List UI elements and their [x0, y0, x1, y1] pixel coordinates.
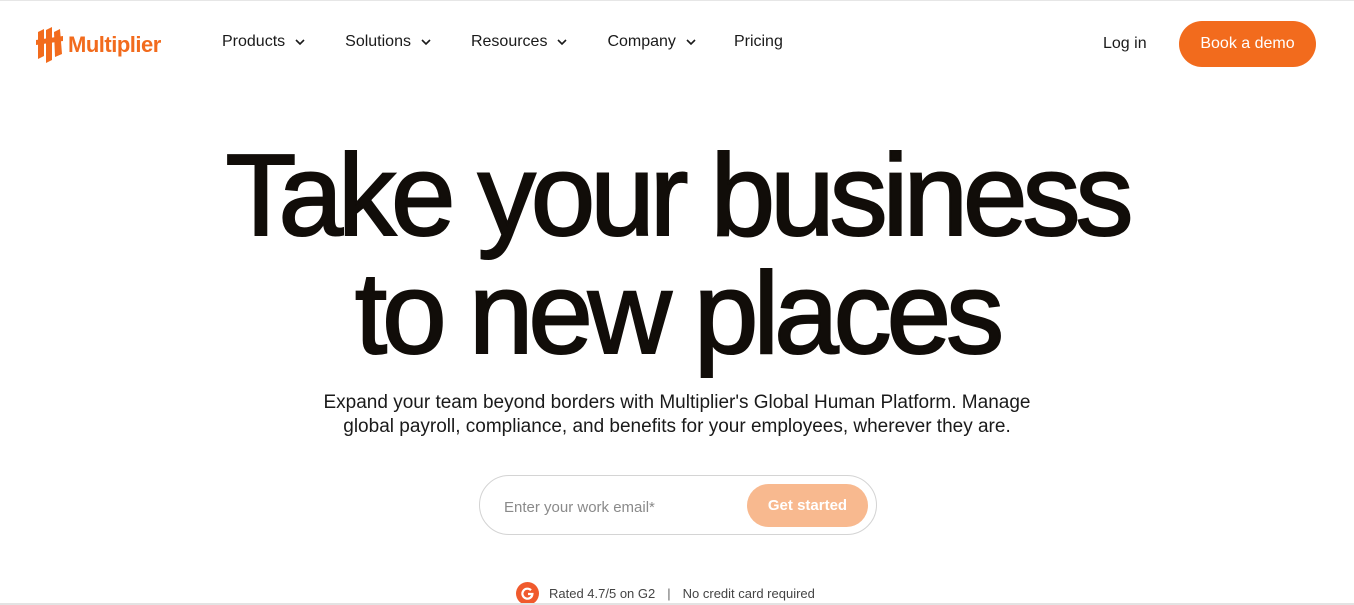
- nav-resources[interactable]: Resources: [470, 33, 568, 51]
- login-link[interactable]: Log in: [1103, 35, 1147, 53]
- chevron-down-icon: [295, 38, 305, 45]
- nav-products[interactable]: Products: [222, 33, 305, 51]
- hero-subtext-line-2: global payroll, compliance, and benefits…: [343, 416, 1011, 437]
- nav-products-label: Products: [222, 33, 286, 50]
- work-email-input[interactable]: [504, 495, 734, 519]
- email-signup-form: Get started: [479, 475, 877, 535]
- chevron-down-icon: [686, 38, 696, 45]
- nav-pricing[interactable]: Pricing: [734, 33, 783, 51]
- nav-company-label: Company: [607, 33, 676, 50]
- g2-logo-icon: [516, 582, 539, 605]
- hero-headline-line-1: Take your business: [225, 130, 1135, 260]
- nav-resources-label: Resources: [470, 33, 548, 50]
- book-demo-button[interactable]: Book a demo: [1179, 21, 1316, 67]
- logo-text: Multiplier: [68, 32, 161, 57]
- hero-subtext: Expand your team beyond borders with Mul…: [0, 391, 1354, 439]
- nav-company[interactable]: Company: [607, 33, 696, 51]
- nav-pricing-label: Pricing: [733, 33, 783, 50]
- trust-bar: Rated 4.7/5 on G2 | No credit card requi…: [516, 582, 815, 605]
- main-nav: Products Solutions Resources Company Pri…: [222, 33, 783, 51]
- nav-solutions[interactable]: Solutions: [345, 33, 431, 51]
- hero-headline-line-2: to new places: [354, 248, 1005, 378]
- no-credit-card-text: No credit card required: [682, 586, 815, 601]
- g2-rating-text: Rated 4.7/5 on G2: [549, 586, 656, 601]
- hero-headline: Take your business to new places: [0, 130, 1354, 378]
- get-started-button[interactable]: Get started: [747, 484, 868, 527]
- chevron-down-icon: [557, 38, 568, 45]
- nav-solutions-label: Solutions: [345, 33, 411, 50]
- multiplier-logo-icon: [36, 27, 63, 63]
- logo[interactable]: Multiplier: [36, 26, 161, 64]
- hero-subtext-line-1: Expand your team beyond borders with Mul…: [323, 392, 1031, 413]
- chevron-down-icon: [421, 38, 431, 45]
- site-header: Multiplier Products Solutions Resources …: [0, 4, 1354, 86]
- trust-separator: |: [667, 586, 671, 601]
